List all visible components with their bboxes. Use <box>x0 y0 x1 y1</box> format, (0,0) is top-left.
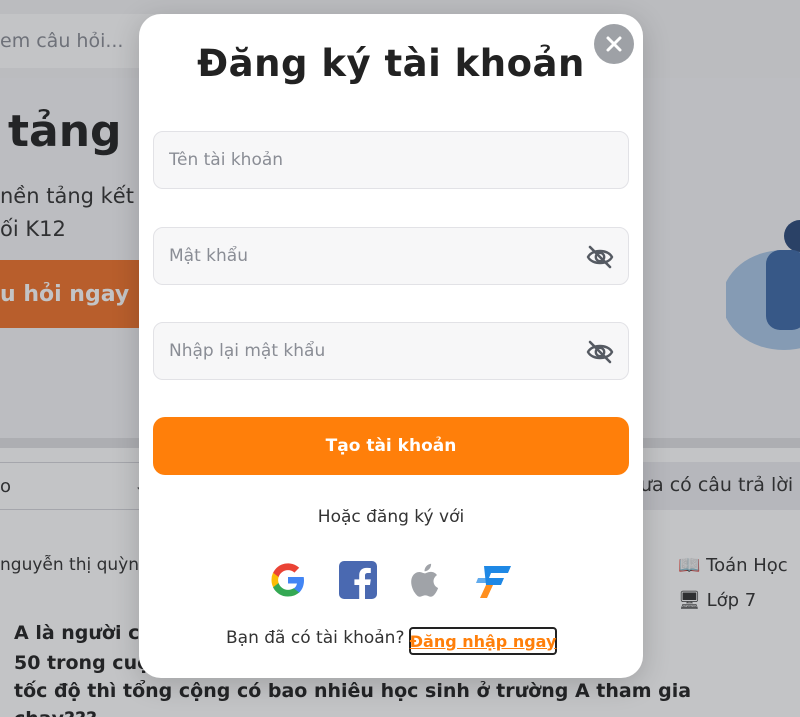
apple-icon[interactable] <box>406 560 446 600</box>
facebook-icon[interactable] <box>338 560 378 600</box>
google-icon[interactable] <box>268 560 308 600</box>
username-field-wrapper <box>153 131 629 189</box>
eye-off-icon[interactable] <box>586 339 614 365</box>
create-account-button[interactable]: Tạo tài khoản <box>153 417 629 475</box>
login-now-link[interactable]: Đăng nhập ngay <box>409 627 557 655</box>
have-account-text: Bạn đã có tài khoản? <box>226 628 405 648</box>
modal-title: Đăng ký tài khoản <box>197 42 585 85</box>
username-input[interactable] <box>154 132 628 188</box>
f-brand-icon[interactable] <box>474 560 514 600</box>
confirm-password-input[interactable] <box>154 323 628 379</box>
password-input[interactable] <box>154 228 628 284</box>
or-register-with-label: Hoặc đăng ký với <box>317 507 465 527</box>
password-field-wrapper <box>153 227 629 285</box>
confirm-password-field-wrapper <box>153 322 629 380</box>
eye-off-icon[interactable] <box>586 244 614 270</box>
